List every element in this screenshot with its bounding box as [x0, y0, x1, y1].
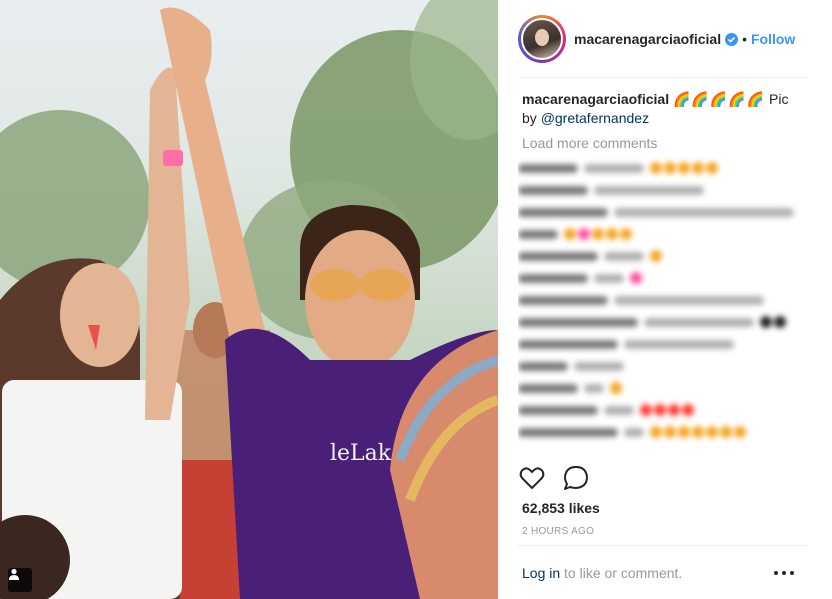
username-link[interactable]: macarenagarciaoficial [574, 31, 721, 47]
comment-username[interactable] [518, 405, 598, 415]
comment-username[interactable] [518, 163, 578, 173]
comment-text [624, 427, 644, 437]
login-prompt: Log in to like or comment. [522, 565, 682, 581]
user-tag-button[interactable] [8, 568, 32, 592]
post-sidebar: macarenagarciaoficial • Follow macarenag… [498, 0, 832, 599]
comment-text [574, 361, 624, 371]
comment-emoji [640, 404, 652, 416]
comment-emoji [606, 228, 618, 240]
comment-emoji [578, 228, 590, 240]
avatar-image [521, 18, 563, 60]
comment-username[interactable] [518, 339, 618, 349]
comment-username[interactable] [518, 229, 558, 239]
comment-text [614, 295, 764, 305]
comment-emoji [654, 404, 666, 416]
comment-row [518, 377, 808, 399]
comment-emoji [650, 250, 662, 262]
comment-row [518, 223, 808, 245]
comment-username[interactable] [518, 317, 638, 327]
comment-row [518, 179, 808, 201]
caption-username[interactable]: macarenagarciaoficial [522, 91, 669, 107]
comment-emoji [592, 228, 604, 240]
comment-row [518, 355, 808, 377]
avatar[interactable] [518, 15, 566, 63]
footer-divider [518, 545, 808, 546]
comment-username[interactable] [518, 185, 588, 195]
comment-emoji [678, 426, 690, 438]
comment-username[interactable] [518, 427, 618, 437]
comment-row [518, 245, 808, 267]
comment-emoji [692, 162, 704, 174]
comment-text [594, 273, 624, 283]
follow-button[interactable]: Follow [751, 31, 795, 47]
post-caption: macarenagarciaoficial 🌈🌈🌈🌈🌈 Pic by @gret… [522, 90, 806, 128]
comment-emoji [668, 404, 680, 416]
comment-text [604, 405, 634, 415]
comment-emoji [692, 426, 704, 438]
load-more-comments-button[interactable]: Load more comments [522, 135, 657, 151]
comment-emoji [706, 426, 718, 438]
action-bar [518, 464, 606, 492]
caption-mention-link[interactable]: @gretafernandez [541, 110, 649, 126]
verified-badge-icon [725, 32, 739, 46]
likes-count[interactable]: 62,853 likes [522, 500, 600, 516]
comment-username[interactable] [518, 273, 588, 283]
post-header: macarenagarciaoficial • Follow [518, 14, 808, 64]
user-tag-icon [9, 568, 19, 580]
comment-text [584, 383, 604, 393]
caption-emojis: 🌈🌈🌈🌈🌈 [672, 91, 766, 107]
comment-username[interactable] [518, 295, 608, 305]
comment-text [644, 317, 754, 327]
comment-row [518, 311, 808, 333]
svg-text:leLak: leLak [330, 441, 392, 466]
timestamp[interactable]: 2 HOURS AGO [522, 526, 594, 537]
comment-row [518, 201, 808, 223]
comment-emoji [706, 162, 718, 174]
photo-illustration: leLak [0, 0, 498, 599]
comment-emoji [760, 316, 772, 328]
comment-emoji [620, 228, 632, 240]
comment-username[interactable] [518, 361, 568, 371]
comment-emoji [734, 426, 746, 438]
comment-icon[interactable] [562, 464, 590, 492]
comment-emoji [564, 228, 576, 240]
comment-username[interactable] [518, 207, 608, 217]
instagram-post: leLak macarenagarciaoficial • Follow mac… [0, 0, 832, 599]
header-divider [518, 77, 808, 78]
comment-row [518, 399, 808, 421]
comment-row [518, 267, 808, 289]
comment-text [604, 251, 644, 261]
comments-list [518, 157, 808, 457]
login-link[interactable]: Log in [522, 565, 560, 581]
separator-dot: • [742, 31, 747, 47]
heart-icon[interactable] [518, 464, 546, 492]
more-options-icon[interactable] [774, 566, 794, 580]
comment-emoji [678, 162, 690, 174]
comment-row [518, 333, 808, 355]
comment-emoji [610, 382, 622, 394]
comment-row [518, 157, 808, 179]
login-prompt-text: to like or comment. [560, 565, 683, 581]
comment-emoji [630, 272, 642, 284]
comment-text [614, 207, 794, 217]
comment-emoji [774, 316, 786, 328]
comment-username[interactable] [518, 383, 578, 393]
comment-text [584, 163, 644, 173]
comment-text [624, 339, 734, 349]
comment-emoji [720, 426, 732, 438]
comment-emoji [650, 426, 662, 438]
comment-row [518, 421, 808, 443]
post-photo[interactable]: leLak [0, 0, 498, 599]
comment-row [518, 289, 808, 311]
comment-emoji [664, 426, 676, 438]
comment-text [594, 185, 704, 195]
comment-emoji [664, 162, 676, 174]
comment-username[interactable] [518, 251, 598, 261]
comment-emoji [650, 162, 662, 174]
comment-emoji [682, 404, 694, 416]
